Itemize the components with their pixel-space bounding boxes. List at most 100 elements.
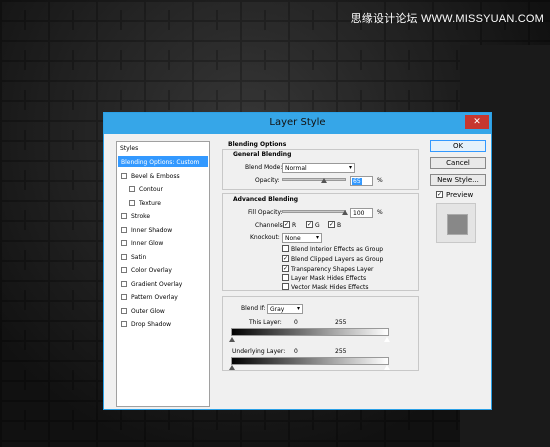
transparency-shapes-label: Transparency Shapes Layer [291, 266, 374, 273]
preview-label: Preview [446, 191, 474, 199]
style-item-stroke[interactable]: Stroke [119, 211, 207, 223]
blend-mode-select[interactable]: Normal ▾ [282, 163, 355, 173]
layer-mask-hides-checkbox[interactable] [282, 274, 289, 281]
blend-mode-label: Blend Mode: [245, 164, 283, 171]
styles-list: Styles Blending Options: Custom Bevel & … [116, 141, 210, 407]
style-item-label: Satin [131, 254, 147, 261]
blending-options-panel: Blending Options General Blending Blend … [220, 141, 421, 405]
channel-b-label: B [337, 222, 342, 229]
style-item-blending-options[interactable]: Blending Options: Custom [119, 157, 207, 169]
watermark: 思缘设计论坛 WWW.MISSYUAN.COM [350, 13, 544, 25]
channel-b-checkbox[interactable]: ✓ [328, 221, 335, 228]
blend-if-select[interactable]: Gray ▾ [267, 304, 303, 314]
fill-opacity-slider-thumb[interactable] [342, 210, 348, 215]
opacity-label: Opacity: [255, 177, 280, 184]
preview-checkbox[interactable]: ✓ [436, 191, 443, 198]
style-checkbox[interactable] [121, 294, 127, 300]
style-item-label: Gradient Overlay [131, 281, 183, 288]
chevron-down-icon: ▾ [348, 164, 352, 171]
style-item-bevel-emboss[interactable]: Bevel & Emboss [119, 171, 207, 183]
preview-square [447, 214, 468, 235]
underlying-white-slider[interactable] [384, 365, 390, 370]
general-blending-title: General Blending [233, 151, 292, 158]
this-layer-gradient [231, 328, 389, 336]
opacity-value: 65 [352, 178, 362, 185]
fill-opacity-value: 100 [353, 210, 365, 217]
style-checkbox[interactable] [121, 240, 127, 246]
layer-style-dialog: Layer Style ✕ Styles Blending Options: C… [103, 112, 492, 410]
style-checkbox[interactable] [121, 281, 127, 287]
style-item-inner-shadow[interactable]: Inner Shadow [119, 225, 207, 237]
style-item-label: Pattern Overlay [131, 294, 178, 301]
style-item-pattern-overlay[interactable]: Pattern Overlay [119, 292, 207, 304]
style-item-outer-glow[interactable]: Outer Glow [119, 306, 207, 318]
opacity-slider[interactable] [282, 178, 346, 181]
channels-label: Channels: [255, 222, 285, 229]
style-item-label: Outer Glow [131, 308, 165, 315]
style-preview-swatch [436, 203, 476, 243]
this-layer-min: 0 [294, 319, 298, 326]
style-item-label: Blending Options: Custom [121, 159, 200, 166]
underlying-min: 0 [294, 348, 298, 355]
this-layer-max: 255 [335, 319, 347, 326]
channel-g-checkbox[interactable]: ✓ [306, 221, 313, 228]
style-checkbox[interactable] [121, 308, 127, 314]
underlying-max: 255 [335, 348, 347, 355]
close-icon: ✕ [473, 117, 481, 127]
fill-opacity-slider[interactable] [282, 210, 346, 213]
style-item-drop-shadow[interactable]: Drop Shadow [119, 319, 207, 331]
style-checkbox[interactable] [129, 200, 135, 206]
knockout-value: None [285, 235, 301, 242]
style-item-label: Stroke [131, 213, 151, 220]
style-item-label: Color Overlay [131, 267, 172, 274]
style-checkbox[interactable] [121, 267, 127, 273]
blend-interior-label: Blend Interior Effects as Group [291, 246, 384, 253]
this-layer-black-slider[interactable] [229, 337, 235, 342]
blend-interior-checkbox[interactable] [282, 245, 289, 252]
ok-button[interactable]: OK [430, 140, 486, 152]
advanced-blending-group: Advanced Blending Fill Opacity: 100 % Ch… [222, 193, 419, 291]
blend-if-group: Blend If: Gray ▾ This Layer: 0 255 Under… [222, 296, 419, 371]
style-item-label: Texture [139, 200, 161, 207]
opacity-percent: % [377, 177, 383, 184]
style-checkbox[interactable] [121, 213, 127, 219]
underlying-layer-label: Underlying Layer: [232, 348, 286, 355]
style-checkbox[interactable] [121, 227, 127, 233]
cancel-button[interactable]: Cancel [430, 157, 486, 169]
style-checkbox[interactable] [121, 254, 127, 260]
style-item-color-overlay[interactable]: Color Overlay [119, 265, 207, 277]
opacity-slider-thumb[interactable] [320, 178, 327, 183]
fill-opacity-input[interactable]: 100 [350, 208, 373, 218]
channel-g-label: G [315, 222, 320, 229]
channel-r-checkbox[interactable]: ✓ [283, 221, 290, 228]
style-item-gradient-overlay[interactable]: Gradient Overlay [119, 279, 207, 291]
style-item-label: Contour [139, 186, 163, 193]
blend-mode-value: Normal [285, 165, 307, 172]
opacity-input[interactable]: 65 [350, 176, 373, 186]
transparency-shapes-checkbox[interactable]: ✓ [282, 265, 289, 272]
style-item-label: Drop Shadow [131, 321, 172, 328]
style-item-label: Bevel & Emboss [131, 173, 180, 180]
underlying-black-slider[interactable] [229, 365, 235, 370]
style-item-satin[interactable]: Satin [119, 252, 207, 264]
chevron-down-icon: ▾ [315, 234, 319, 241]
style-checkbox[interactable] [129, 186, 135, 192]
this-layer-white-slider[interactable] [384, 337, 390, 342]
layer-mask-hides-label: Layer Mask Hides Effects [291, 275, 367, 282]
style-item-label: Inner Glow [131, 240, 164, 247]
new-style-button[interactable]: New Style... [430, 174, 486, 186]
fill-opacity-percent: % [377, 209, 383, 216]
style-item-texture[interactable]: Texture [119, 198, 207, 210]
knockout-select[interactable]: None ▾ [282, 233, 322, 243]
style-item-inner-glow[interactable]: Inner Glow [119, 238, 207, 250]
dialog-titlebar[interactable]: Layer Style ✕ [104, 113, 491, 134]
style-checkbox[interactable] [121, 173, 127, 179]
close-button[interactable]: ✕ [465, 115, 489, 129]
style-item-contour[interactable]: Contour [119, 184, 207, 196]
styles-header[interactable]: Styles [120, 145, 138, 152]
style-checkbox[interactable] [121, 321, 127, 327]
underlying-layer-gradient [231, 357, 389, 365]
blend-clipped-checkbox[interactable]: ✓ [282, 255, 289, 262]
knockout-label: Knockout: [250, 234, 280, 241]
vector-mask-hides-checkbox[interactable] [282, 283, 289, 290]
